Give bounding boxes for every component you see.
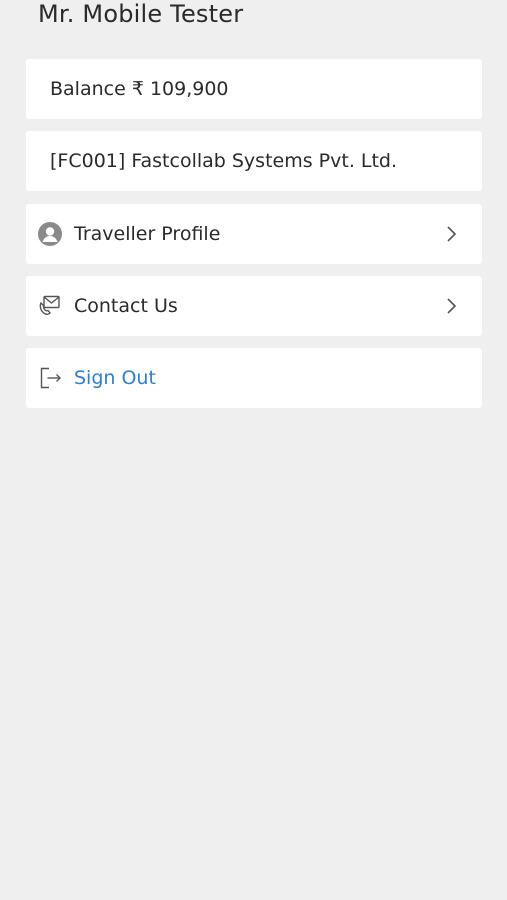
menu-item-contact-us[interactable]: Contact Us bbox=[26, 276, 482, 336]
company-text: [FC001] Fastcollab Systems Pvt. Ltd. bbox=[50, 150, 398, 172]
company-card: [FC001] Fastcollab Systems Pvt. Ltd. bbox=[26, 131, 482, 191]
menu-item-label: Traveller Profile bbox=[74, 223, 221, 245]
user-name: Mr. Mobile Tester bbox=[38, 0, 244, 28]
user-avatar-icon bbox=[38, 222, 62, 246]
balance-card: Balance ₹ 109,900 bbox=[26, 59, 482, 119]
chevron-right-icon bbox=[447, 226, 457, 242]
contact-envelope-icon bbox=[38, 294, 62, 318]
chevron-right-icon bbox=[447, 298, 457, 314]
sign-out-icon bbox=[38, 366, 62, 390]
menu-item-label: Contact Us bbox=[74, 295, 178, 317]
sign-out-button[interactable]: Sign Out bbox=[26, 348, 482, 408]
menu-item-label: Sign Out bbox=[74, 367, 156, 389]
menu-item-traveller-profile[interactable]: Traveller Profile bbox=[26, 204, 482, 264]
balance-text: Balance ₹ 109,900 bbox=[50, 78, 229, 100]
